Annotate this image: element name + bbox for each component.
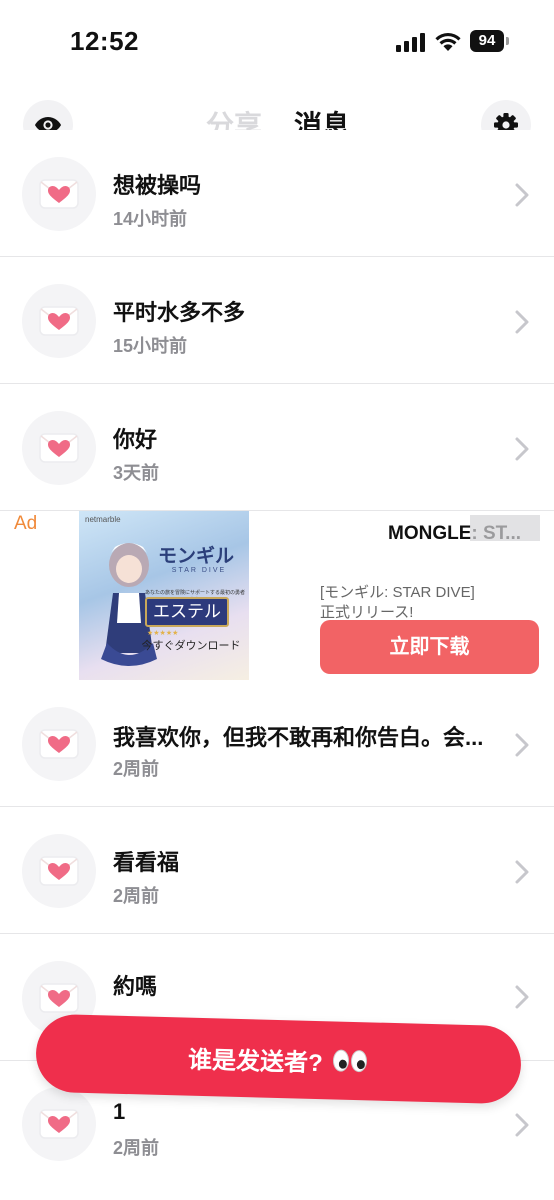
eye-right	[350, 1049, 368, 1073]
message-time: 3天前	[113, 463, 160, 483]
battery-icon: 94	[470, 30, 510, 52]
chevron-right-icon	[515, 860, 529, 884]
message-title: 你好	[113, 427, 158, 452]
ad-image[interactable]: netmarble モンギル STAR DIVE あなたの旅を冒険にサポートする…	[79, 511, 249, 681]
ad-description: [モンギル: STAR DIVE]	[320, 584, 475, 601]
chevron-right-icon	[515, 985, 529, 1009]
heart-envelope-icon	[39, 729, 79, 759]
wifi-icon	[435, 32, 461, 51]
chevron-right-icon	[515, 437, 529, 461]
message-time: 2周前	[113, 1138, 160, 1158]
avatar	[22, 707, 96, 781]
battery-level: 94	[470, 30, 504, 52]
message-row[interactable]: 看看福 2周前	[0, 807, 554, 934]
ad-banner[interactable]: Ad netmarble モンギル STAR DIVE あなたの旅を冒険にサポー…	[0, 511, 554, 683]
message-time: 15小时前	[113, 336, 188, 356]
heart-envelope-icon	[39, 983, 79, 1013]
message-title: 約嗎	[113, 974, 158, 999]
ad-label: Ad	[14, 513, 38, 534]
avatar	[22, 834, 96, 908]
battery-cap	[506, 37, 509, 45]
eyes-emoji-icon	[332, 1049, 370, 1073]
message-time: 14小时前	[113, 209, 188, 229]
message-title: 看看福	[113, 850, 180, 875]
message-title: 我喜欢你，但我不敢再和你告白。会...	[113, 725, 484, 750]
message-row[interactable]: 想被操吗 14小时前	[0, 130, 554, 257]
screen: 12:52 94 分享 消息 想被操吗 14小时前 平时水多不多 15小时前 你…	[0, 0, 554, 1200]
message-title: 想被操吗	[113, 173, 202, 198]
message-title: 平时水多不多	[113, 300, 246, 325]
heart-envelope-icon	[39, 179, 79, 209]
ad-close-button[interactable]	[470, 515, 540, 541]
heart-envelope-icon	[39, 856, 79, 886]
avatar	[22, 411, 96, 485]
message-row[interactable]: 平时水多不多 15小时前	[0, 257, 554, 384]
who-is-sender-label: 谁是发送者?	[187, 1046, 324, 1077]
ad-image-stars: ★★★★★	[147, 630, 179, 637]
ad-download-button[interactable]: 立即下载	[320, 620, 539, 674]
avatar	[22, 157, 96, 231]
eye-left	[332, 1049, 350, 1072]
avatar	[22, 1087, 96, 1161]
avatar	[22, 284, 96, 358]
ad-image-brand: netmarble	[85, 515, 121, 524]
chevron-right-icon	[515, 183, 529, 207]
who-is-sender-button[interactable]: 谁是发送者?	[35, 1013, 522, 1105]
chevron-right-icon	[515, 1113, 529, 1137]
ad-image-logo: モンギル	[157, 545, 234, 567]
message-time: 2周前	[113, 759, 160, 779]
message-row[interactable]: 你好 3天前	[0, 384, 554, 511]
ad-description: 正式リリース!	[320, 604, 414, 621]
heart-envelope-icon	[39, 306, 79, 336]
chevron-right-icon	[515, 310, 529, 334]
status-bar: 12:52 94	[0, 0, 554, 84]
ad-image-character-name: エステル	[145, 597, 229, 627]
ad-image-logo-sub: STAR DIVE	[171, 567, 227, 574]
status-time: 12:52	[70, 26, 139, 56]
message-title: 1	[113, 1099, 126, 1124]
heart-envelope-icon	[39, 433, 79, 463]
chevron-right-icon	[515, 733, 529, 757]
message-row[interactable]: 我喜欢你，但我不敢再和你告白。会... 2周前	[0, 680, 554, 807]
message-time: 2周前	[113, 886, 160, 906]
heart-envelope-icon	[39, 1109, 79, 1139]
cellular-signal-icon	[396, 33, 425, 52]
ad-image-cta: 今すぐダウンロード	[141, 639, 241, 652]
